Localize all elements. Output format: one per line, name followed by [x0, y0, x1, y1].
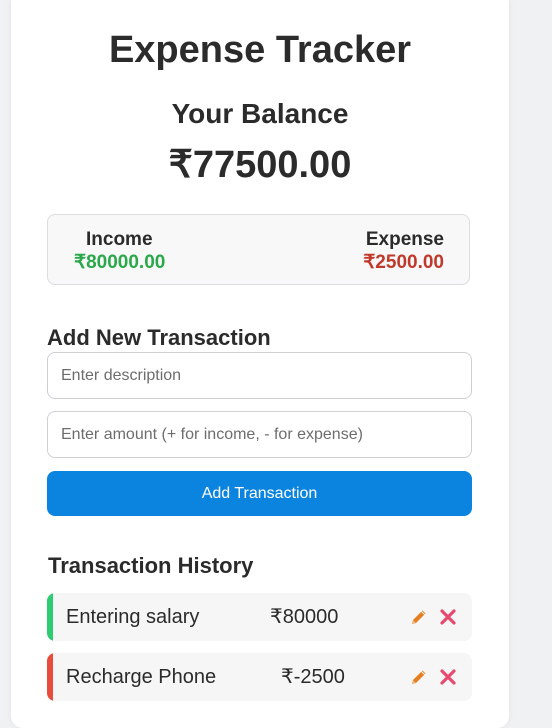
transaction-history-heading: Transaction History	[48, 553, 254, 578]
transaction-item-income: Entering salary ₹80000	[47, 593, 472, 641]
add-transaction-heading: Add New Transaction	[47, 325, 271, 350]
pencil-icon[interactable]	[409, 607, 429, 627]
expense-value: ₹2500.00	[363, 252, 444, 273]
cross-icon[interactable]	[438, 667, 458, 687]
pencil-icon[interactable]	[409, 667, 429, 687]
income-indicator-bar	[47, 593, 53, 641]
transaction-description: Recharge Phone	[66, 666, 217, 688]
tracker-card: Expense Tracker Your Balance ₹77500.00 I…	[11, 0, 509, 728]
transaction-amount: ₹80000	[270, 606, 339, 628]
transaction-item-expense: Recharge Phone ₹-2500	[47, 653, 472, 701]
income-expense-summary: Income ₹80000.00 Expense ₹2500.00	[47, 214, 470, 285]
transaction-amount: ₹-2500	[281, 666, 345, 688]
income-value: ₹80000.00	[74, 252, 166, 273]
balance-amount: ₹77500.00	[168, 144, 352, 186]
expense-label: Expense	[365, 229, 444, 250]
cross-icon[interactable]	[438, 607, 458, 627]
transaction-description: Entering salary	[66, 606, 200, 628]
app-title: Expense Tracker	[108, 29, 412, 71]
add-transaction-button[interactable]: Add Transaction	[47, 471, 472, 516]
income-label: Income	[86, 229, 153, 250]
description-input[interactable]	[47, 352, 472, 399]
balance-label: Your Balance	[171, 98, 349, 129]
expense-indicator-bar	[47, 653, 53, 701]
amount-input[interactable]	[47, 411, 472, 458]
